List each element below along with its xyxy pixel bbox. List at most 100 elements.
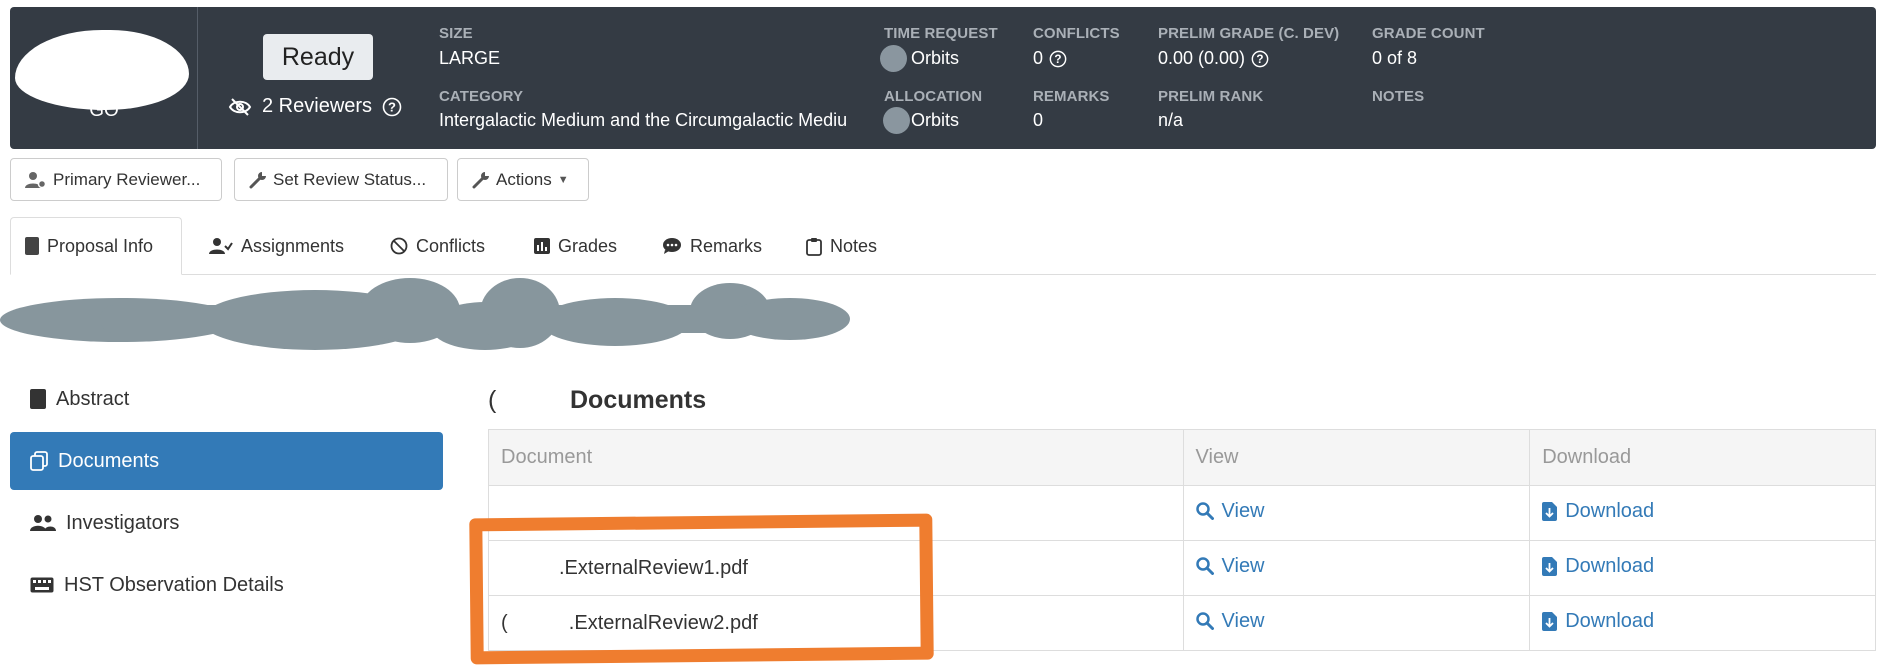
- tab-label: Grades: [558, 235, 618, 256]
- grade-count-value: 0 of 8: [1372, 48, 1418, 68]
- file-download-icon: [1542, 501, 1558, 521]
- remarks-label: REMARKS: [1033, 88, 1110, 105]
- sidebar-item-label: Abstract: [56, 387, 130, 410]
- conflicts-value: 0: [1033, 48, 1044, 68]
- sidebar-item-abstract[interactable]: Abstract: [10, 370, 443, 428]
- view-link-label: View: [1221, 499, 1265, 522]
- wrench-icon: [472, 171, 489, 188]
- prelim-rank-label: PRELIM RANK: [1158, 88, 1264, 105]
- grade-count-label: GRADE COUNT: [1372, 25, 1485, 42]
- tab-remarks[interactable]: Remarks: [648, 217, 776, 275]
- keyboard-icon: [30, 577, 54, 593]
- file-download-icon: [1542, 611, 1558, 631]
- redacted-logo: [15, 30, 189, 110]
- notes-label: NOTES: [1372, 88, 1425, 105]
- sidebar-item-label: HST Observation Details: [64, 573, 284, 596]
- tab-conflicts[interactable]: Conflicts: [376, 217, 499, 275]
- category-value: Intergalactic Medium and the Circumgalac…: [439, 110, 848, 130]
- category-label: CATEGORY: [439, 88, 524, 105]
- tab-proposal-info[interactable]: Proposal Info: [10, 217, 182, 275]
- file-download-icon: [1542, 556, 1558, 576]
- users-icon: [30, 515, 56, 531]
- column-header-document: Document: [488, 429, 1184, 486]
- search-icon: [1195, 612, 1214, 631]
- view-link[interactable]: View: [1195, 554, 1265, 578]
- svg-text:?: ?: [1054, 53, 1061, 66]
- help-icon[interactable]: ?: [1049, 50, 1067, 68]
- allocation-label: ALLOCATION: [884, 88, 983, 105]
- clipboard-icon: [806, 237, 822, 256]
- book-icon: [25, 237, 39, 255]
- view-link[interactable]: View: [1195, 609, 1265, 633]
- download-link[interactable]: Download: [1542, 500, 1654, 523]
- download-link-label: Download: [1565, 554, 1655, 577]
- time-request-label: TIME REQUEST: [884, 25, 998, 42]
- download-cell: Download: [1529, 540, 1876, 596]
- tab-label: Proposal Info: [47, 235, 154, 256]
- download-link-label: Download: [1565, 499, 1655, 522]
- help-icon[interactable]: ?: [382, 97, 402, 117]
- tab-label: Remarks: [690, 235, 763, 256]
- download-cell: Download: [1529, 485, 1876, 541]
- prelim-rank-value: n/a: [1158, 110, 1184, 130]
- primary-reviewer-button[interactable]: Primary Reviewer...: [10, 158, 222, 201]
- download-link[interactable]: Download: [1542, 555, 1654, 578]
- tab-label: Assignments: [241, 235, 345, 256]
- size-label: SIZE: [439, 25, 473, 42]
- wrench-icon: [249, 171, 266, 188]
- prelim-grade-row: 0.00 (0.00) ?: [1158, 48, 1269, 69]
- view-link-label: View: [1221, 609, 1265, 632]
- view-cell: View: [1182, 540, 1531, 596]
- conflicts-value-row: 0 ?: [1033, 48, 1067, 69]
- allocation-value: Orbits: [911, 110, 960, 130]
- tab-label: Conflicts: [416, 235, 486, 256]
- tab-notes[interactable]: Notes: [792, 217, 891, 275]
- search-icon: [1195, 557, 1214, 576]
- actions-dropdown[interactable]: Actions ▼: [457, 158, 589, 201]
- download-link-label: Download: [1565, 609, 1655, 632]
- set-review-status-button[interactable]: Set Review Status...: [234, 158, 448, 201]
- program-type: GO: [89, 100, 119, 121]
- proposal-header: GO Ready 2 Reviewers ? SIZE LARGE CATEGO…: [10, 7, 1876, 149]
- reviewers-label: 2 Reviewers: [262, 95, 373, 117]
- annotation-highlight-box: [469, 513, 934, 665]
- sidebar-item-label: Investigators: [66, 511, 180, 534]
- view-link[interactable]: View: [1195, 499, 1265, 523]
- view-link-label: View: [1221, 554, 1265, 577]
- eye-slash-icon: [228, 97, 252, 116]
- documents-heading: Documents: [570, 386, 707, 414]
- svg-text:?: ?: [1256, 53, 1263, 66]
- ban-icon: [390, 237, 408, 255]
- program-column: GO: [10, 7, 198, 149]
- remarks-value: 0: [1033, 110, 1044, 130]
- copy-icon: [30, 451, 48, 471]
- conflicts-label: CONFLICTS: [1033, 25, 1120, 42]
- view-cell: View: [1182, 595, 1531, 651]
- tab-grades[interactable]: Grades: [520, 217, 631, 275]
- redaction-dot: [880, 45, 907, 72]
- book-icon: [30, 389, 46, 409]
- help-icon[interactable]: ?: [1251, 50, 1269, 68]
- column-header-view: View: [1182, 429, 1531, 486]
- prelim-grade-value: 0.00 (0.00): [1158, 48, 1246, 68]
- sidebar-item-hst-observation-details[interactable]: HST Observation Details: [10, 556, 443, 614]
- download-cell: Download: [1529, 595, 1876, 651]
- column-header-download: Download: [1529, 429, 1876, 486]
- sidebar-item-investigators[interactable]: Investigators: [10, 494, 443, 552]
- svg-text:?: ?: [388, 99, 396, 114]
- redaction-dot: [883, 107, 910, 134]
- documents-title-prefix: (: [488, 386, 497, 414]
- size-value: LARGE: [439, 48, 501, 68]
- user-gear-icon: [25, 171, 47, 188]
- download-link[interactable]: Download: [1542, 610, 1654, 633]
- actions-label: Actions: [496, 169, 552, 189]
- view-cell: View: [1182, 485, 1531, 541]
- caret-down-icon: ▼: [557, 173, 569, 186]
- set-review-status-label: Set Review Status...: [273, 169, 427, 189]
- tab-assignments[interactable]: Assignments: [195, 217, 358, 275]
- reviewers-indicator[interactable]: 2 Reviewers ?: [228, 95, 402, 118]
- time-request-value: Orbits: [911, 48, 960, 68]
- status-button[interactable]: Ready: [263, 34, 373, 80]
- prelim-grade-label: PRELIM GRADE (C. DEV): [1158, 25, 1340, 42]
- sidebar-item-documents[interactable]: Documents: [10, 432, 443, 490]
